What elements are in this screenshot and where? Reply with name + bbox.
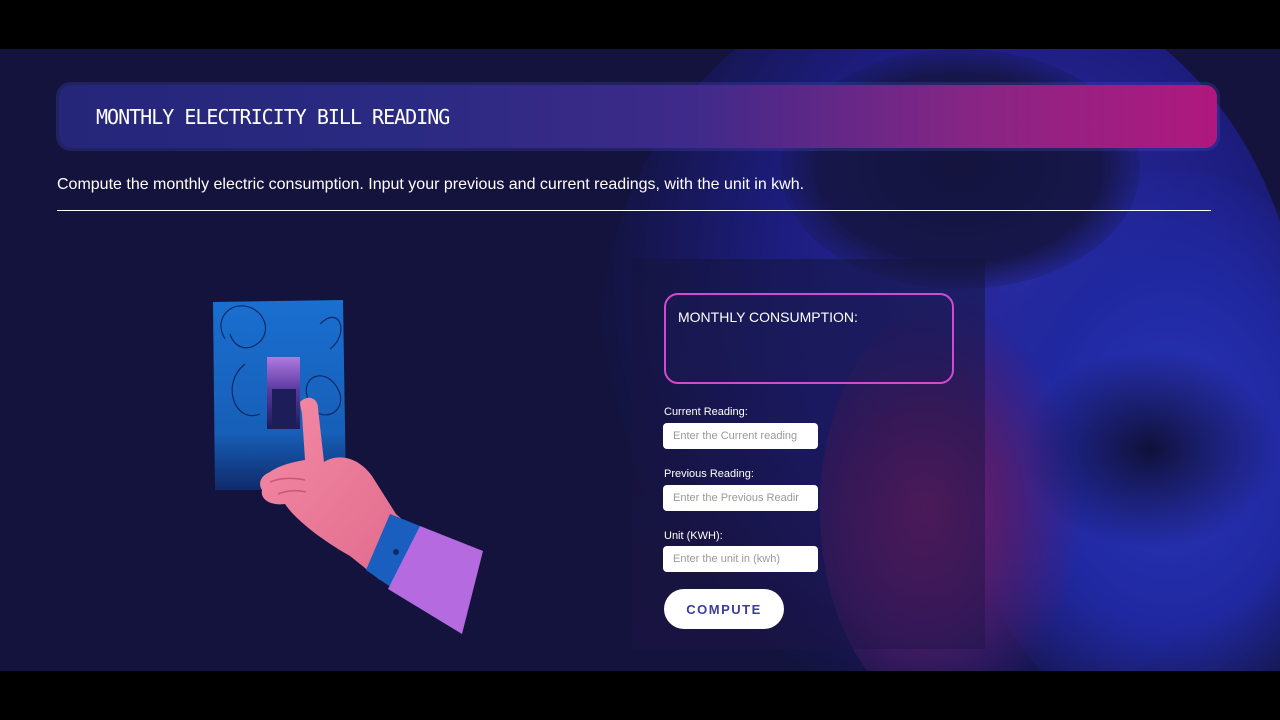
previous-reading-label: Previous Reading:	[664, 468, 754, 480]
page-title: MONTHLY ELECTRICITY BILL READING	[96, 105, 450, 129]
letterbox-bottom	[0, 671, 1280, 720]
page-background: MONTHLY ELECTRICITY BILL READING Compute…	[0, 49, 1280, 671]
current-reading-input[interactable]	[663, 423, 818, 449]
sleeve	[366, 514, 483, 634]
unit-kwh-input[interactable]	[663, 546, 818, 572]
header-divider	[57, 210, 1211, 211]
monthly-consumption-display: MONTHLY CONSUMPTION:	[664, 293, 954, 384]
title-bar: MONTHLY ELECTRICITY BILL READING	[59, 85, 1217, 148]
monthly-consumption-label: MONTHLY CONSUMPTION:	[678, 309, 858, 325]
previous-reading-input[interactable]	[663, 485, 818, 511]
page-description: Compute the monthly electric consumption…	[57, 176, 805, 193]
light-switch-illustration	[213, 300, 483, 634]
compute-button[interactable]: COMPUTE	[664, 589, 784, 629]
unit-kwh-label: Unit (KWH):	[664, 530, 723, 542]
switch-toggle	[267, 357, 300, 429]
background-blob	[1020, 349, 1280, 549]
current-reading-label: Current Reading:	[664, 406, 748, 418]
letterbox-top	[0, 0, 1280, 49]
